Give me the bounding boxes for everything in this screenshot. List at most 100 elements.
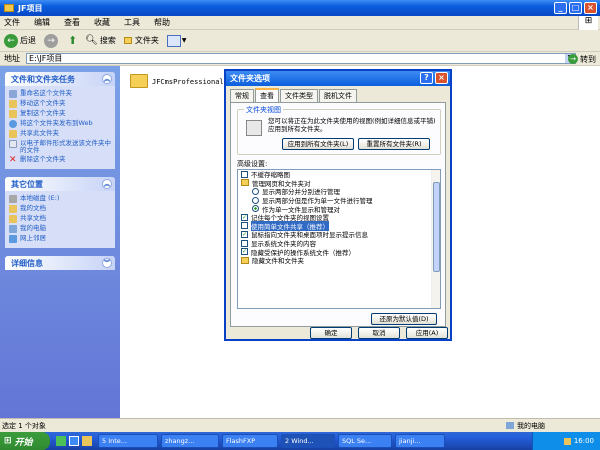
search-icon: 🔍︎ bbox=[85, 35, 98, 46]
scrollbar-thumb[interactable] bbox=[433, 182, 440, 272]
tab-offline-files[interactable]: 脱机文件 bbox=[319, 89, 357, 102]
restore-defaults-button[interactable]: 还原为默认值(D) bbox=[371, 313, 437, 325]
email-icon bbox=[9, 140, 17, 148]
collapse-icon[interactable]: ︽ bbox=[102, 74, 112, 84]
documents-icon bbox=[9, 205, 17, 213]
task-copy[interactable]: 复制这个文件夹 bbox=[5, 109, 115, 119]
back-arrow-icon: ← bbox=[4, 33, 18, 48]
task-rename[interactable]: 重命名这个文件夹 bbox=[5, 89, 115, 99]
taskbar-button[interactable]: zhangz... bbox=[161, 434, 219, 448]
expand-icon[interactable]: ︾ bbox=[102, 258, 112, 268]
setting-label: 隐藏文件和文件夹 bbox=[252, 257, 304, 266]
delete-icon: ✕ bbox=[9, 155, 17, 165]
folders-label: 文件夹 bbox=[134, 36, 159, 45]
tasks-panel-header[interactable]: 文件和文件夹任务 ︽ bbox=[5, 72, 115, 86]
menu-tools[interactable]: 工具 bbox=[124, 17, 140, 28]
clock[interactable]: 16:00 bbox=[574, 437, 594, 445]
views-button[interactable]: ▼ bbox=[166, 34, 187, 47]
checkbox[interactable]: ✓ bbox=[241, 248, 248, 256]
menu-view[interactable]: 查看 bbox=[64, 17, 80, 28]
folder-icon[interactable] bbox=[130, 74, 148, 88]
maximize-button[interactable]: □ bbox=[569, 2, 582, 14]
apply-to-all-button[interactable]: 应用到所有文件夹(L) bbox=[282, 138, 354, 150]
back-button[interactable]: ← 后退 bbox=[4, 33, 36, 48]
menu-edit[interactable]: 编辑 bbox=[34, 17, 50, 28]
taskbar: ⊞ 开始 5 Inte... zhangz... FlashFXP 2 Wind… bbox=[0, 432, 600, 450]
tray-icon[interactable] bbox=[563, 437, 571, 445]
place-shared-documents[interactable]: 共享文档 bbox=[5, 214, 115, 224]
tasks-panel: 文件和文件夹任务 ︽ 重命名这个文件夹 移动这个文件夹 复制这个文件夹 将这个文… bbox=[5, 72, 115, 169]
task-delete[interactable]: ✕ 删除这个文件夹 bbox=[5, 155, 115, 165]
computer-icon bbox=[9, 225, 17, 233]
folders-button[interactable]: 文件夹 bbox=[123, 35, 159, 46]
place-label: 我的文档 bbox=[20, 204, 46, 212]
setting-row[interactable]: 隐藏文件和文件夹 bbox=[238, 256, 440, 265]
menu-bar: 文件 编辑 查看 收藏 工具 帮助 bbox=[0, 16, 600, 30]
dialog-close-button[interactable]: × bbox=[435, 72, 448, 84]
window-titlebar[interactable]: JF项目 _ □ × bbox=[0, 0, 600, 16]
advanced-settings-list[interactable]: 不缓存缩略图 管理网页和文件夹对 显示两部分并分别进行管理 显示两部分但是作为单一文件… bbox=[237, 169, 441, 309]
task-move[interactable]: 移动这个文件夹 bbox=[5, 99, 115, 109]
task-label: 将这个文件夹发布到Web bbox=[20, 119, 93, 127]
place-network[interactable]: 网上邻居 bbox=[5, 234, 115, 244]
tasks-panel-title: 文件和文件夹任务 bbox=[11, 74, 75, 84]
other-places-title: 其它位置 bbox=[11, 179, 43, 189]
tab-general[interactable]: 常规 bbox=[230, 89, 254, 102]
toolbar: ← 后退 → ⬆ 🔍︎ 搜索 文件夹 ▼ bbox=[0, 30, 600, 52]
folder-label[interactable]: JFCmsProfessional4 bbox=[152, 78, 228, 86]
cancel-button[interactable]: 取消 bbox=[358, 327, 400, 339]
address-value: E:\JF项目 bbox=[29, 54, 63, 63]
checkbox[interactable] bbox=[241, 222, 248, 230]
radio-button[interactable] bbox=[252, 205, 259, 213]
menu-file[interactable]: 文件 bbox=[4, 17, 20, 28]
menu-help[interactable]: 帮助 bbox=[154, 17, 170, 28]
forward-button[interactable]: → bbox=[44, 33, 60, 48]
status-location: 我的电脑 bbox=[506, 421, 545, 431]
forward-arrow-icon: → bbox=[44, 33, 58, 48]
menu-favorites[interactable]: 收藏 bbox=[94, 17, 110, 28]
views-icon bbox=[166, 34, 181, 47]
checkbox[interactable] bbox=[241, 239, 248, 247]
place-local-disk[interactable]: 本地磁盘 (E:) bbox=[5, 194, 115, 204]
dialog-tabs: 常规 查看 文件类型 脱机文件 bbox=[226, 86, 450, 102]
quicklaunch-icon[interactable] bbox=[69, 436, 79, 446]
taskbar-button[interactable]: jianji... bbox=[395, 434, 445, 448]
tab-view[interactable]: 查看 bbox=[255, 88, 279, 102]
close-button[interactable]: × bbox=[584, 2, 597, 14]
search-button[interactable]: 🔍︎ 搜索 bbox=[85, 35, 116, 46]
address-input[interactable]: E:\JF项目 ▼ bbox=[26, 53, 576, 64]
scrollbar[interactable] bbox=[431, 170, 440, 308]
radio-button[interactable] bbox=[252, 187, 259, 195]
place-my-documents[interactable]: 我的文档 bbox=[5, 204, 115, 214]
radio-button[interactable] bbox=[252, 196, 259, 204]
task-email[interactable]: 以电子邮件形式发送该文件夹中的文件 bbox=[5, 139, 115, 155]
checkbox[interactable]: ✓ bbox=[241, 230, 248, 238]
checkbox[interactable] bbox=[241, 170, 248, 178]
go-button[interactable]: → 转到 bbox=[568, 52, 596, 66]
tab-file-types[interactable]: 文件类型 bbox=[280, 89, 318, 102]
task-share[interactable]: 共享此文件夹 bbox=[5, 129, 115, 139]
reset-all-button[interactable]: 重置所有文件夹(R) bbox=[358, 138, 430, 150]
collapse-icon[interactable]: ︽ bbox=[102, 179, 112, 189]
quicklaunch-icon[interactable] bbox=[56, 436, 66, 446]
taskbar-button[interactable]: 2 Wind... bbox=[281, 434, 335, 448]
other-places-header[interactable]: 其它位置 ︽ bbox=[5, 177, 115, 191]
help-button[interactable]: ? bbox=[420, 72, 433, 84]
ok-button[interactable]: 确定 bbox=[310, 327, 352, 339]
task-publish[interactable]: 将这个文件夹发布到Web bbox=[5, 119, 115, 129]
advanced-settings-label: 高级设置: bbox=[237, 160, 268, 168]
start-button[interactable]: ⊞ 开始 bbox=[0, 432, 50, 450]
checkbox[interactable]: ✓ bbox=[241, 213, 248, 221]
minimize-button[interactable]: _ bbox=[554, 2, 567, 14]
taskbar-button[interactable]: SQL Se... bbox=[338, 434, 392, 448]
taskbar-button[interactable]: FlashFXP bbox=[222, 434, 278, 448]
details-header[interactable]: 详细信息 ︾ bbox=[5, 256, 115, 270]
taskbar-button[interactable]: 5 Inte... bbox=[98, 434, 158, 448]
up-button[interactable]: ⬆ bbox=[68, 34, 77, 47]
apply-button[interactable]: 应用(A) bbox=[406, 327, 448, 339]
folder-views-group: 文件夹视图 您可以将正在为此文件夹使用的视图(例如详细信息或平铺)应用到所有文件… bbox=[237, 105, 441, 155]
quicklaunch-icon[interactable] bbox=[82, 436, 92, 446]
place-my-computer[interactable]: 我的电脑 bbox=[5, 224, 115, 234]
dialog-titlebar[interactable]: 文件夹选项 ? × bbox=[226, 71, 450, 86]
other-places-panel: 其它位置 ︽ 本地磁盘 (E:) 我的文档 共享文档 我的电脑 网上邻居 bbox=[5, 177, 115, 248]
